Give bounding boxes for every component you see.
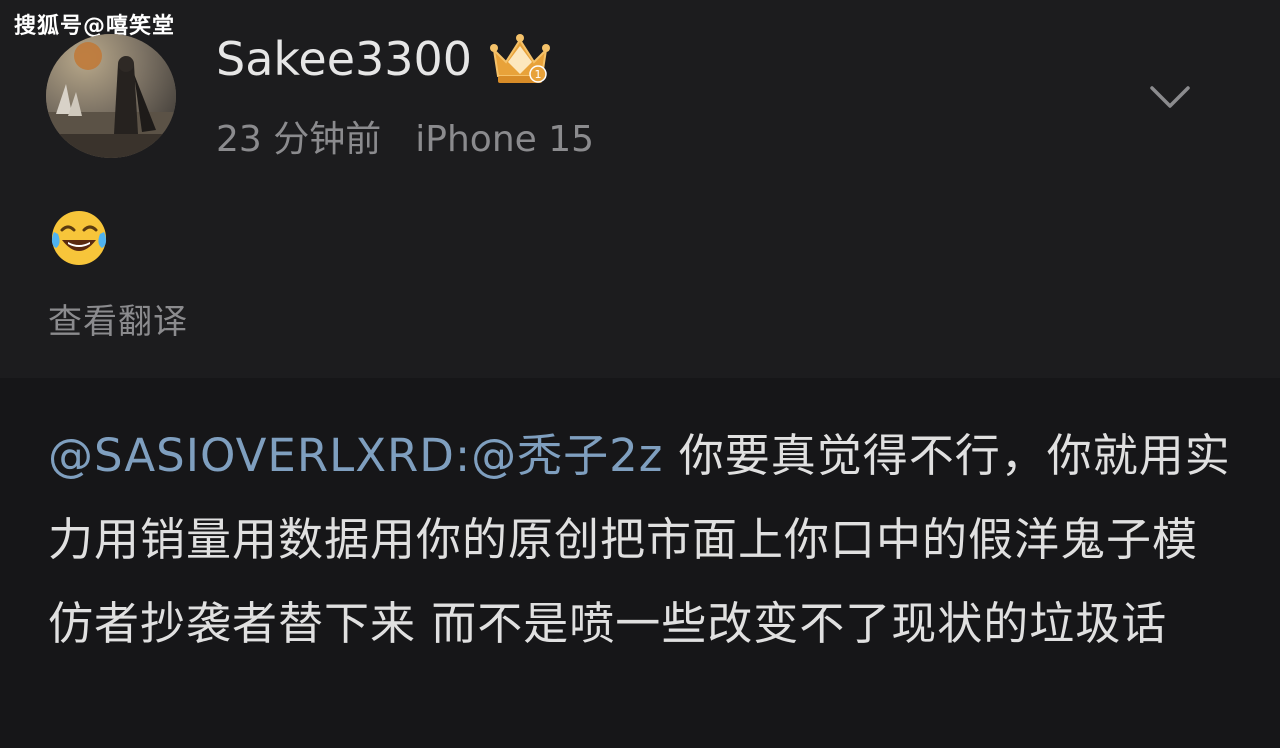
- post-meta: 23 分钟前 iPhone 15: [216, 110, 594, 162]
- mention-separator: :: [454, 429, 472, 482]
- chevron-down-icon[interactable]: [1146, 78, 1194, 118]
- reply-text: @SASIOVERLXRD:@秃子2z 你要真觉得不行，你就用实力用销量用数据用…: [48, 414, 1238, 666]
- svg-text:1: 1: [535, 68, 542, 81]
- post-device: iPhone 15: [415, 119, 595, 160]
- mention-link[interactable]: @秃子2z: [471, 429, 663, 482]
- comment-screen: 搜狐号@嘻笑堂 Sakee3300 1 23 分钟前 iPhone 15 查看翻…: [0, 0, 1280, 748]
- crown-badge-icon: 1: [488, 32, 552, 88]
- mention-link[interactable]: @SASIOVERLXRD: [48, 429, 455, 482]
- translate-link[interactable]: 查看翻译: [48, 294, 188, 343]
- post-time: 23 分钟前: [216, 119, 382, 160]
- username[interactable]: Sakee3300: [216, 32, 472, 86]
- avatar-image: [46, 34, 176, 158]
- post-header-panel: [0, 0, 1280, 378]
- avatar[interactable]: [46, 34, 176, 158]
- laughing-tears-emoji-icon: [48, 208, 110, 268]
